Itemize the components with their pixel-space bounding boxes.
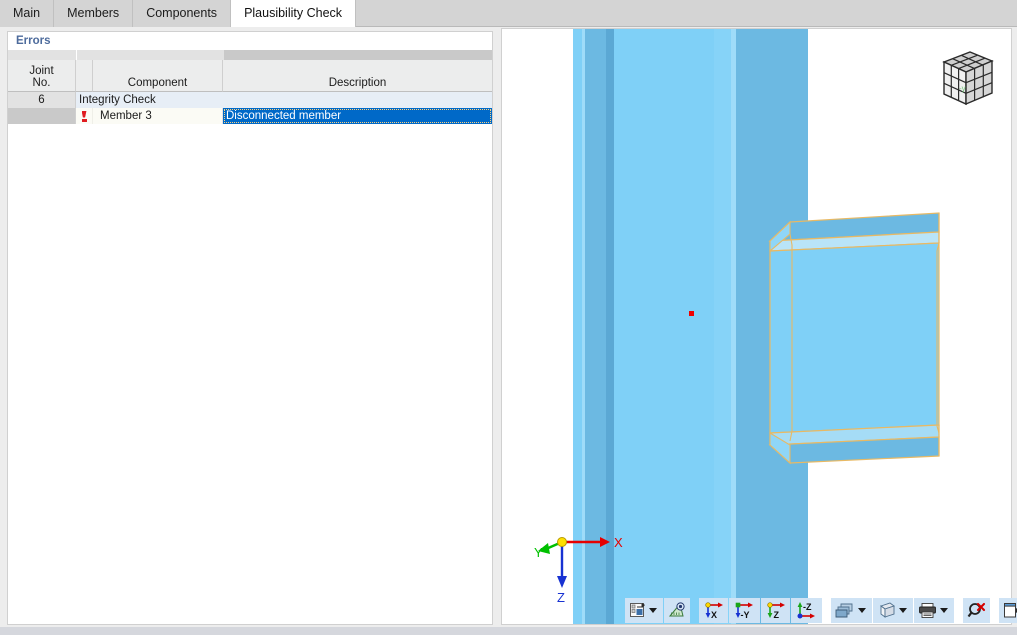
viewport-toolbar: X -Y Z -Z xyxy=(625,597,1017,624)
toggle-panel-button[interactable] xyxy=(999,598,1017,623)
column-header-component[interactable]: Component xyxy=(93,60,223,92)
axis-x-view-icon: X xyxy=(705,602,723,620)
application-window: Main Members Components Plausibility Che… xyxy=(0,0,1017,635)
errors-section-title: Errors xyxy=(8,32,492,50)
cell-description[interactable]: Disconnected member xyxy=(223,108,492,124)
tab-components[interactable]: Components xyxy=(133,0,232,27)
solid-shape-icon xyxy=(835,603,853,618)
node-marker xyxy=(689,311,694,316)
tab-members[interactable]: Members xyxy=(54,0,134,27)
axis-z-label: Z xyxy=(557,590,565,604)
tab-main[interactable]: Main xyxy=(0,0,55,27)
column-header-description[interactable]: Description xyxy=(223,60,492,92)
status-bar xyxy=(0,627,1017,635)
table-row-group[interactable]: 6 Integrity Check xyxy=(8,92,492,108)
cell-joint-no xyxy=(8,108,76,124)
view-z-button[interactable]: Z xyxy=(761,598,790,623)
axis-x-label: X xyxy=(614,535,623,550)
chevron-down-icon[interactable] xyxy=(899,608,907,613)
column-group-description xyxy=(224,50,492,60)
axis-x-arrow xyxy=(600,537,610,547)
table-row[interactable]: Member 3 Disconnected member xyxy=(8,108,492,124)
measure-ruler-icon xyxy=(668,602,685,617)
view-negative-z-button[interactable]: -Z xyxy=(791,598,822,623)
render-mode-button[interactable] xyxy=(831,598,872,623)
view-x-button[interactable]: X xyxy=(699,598,728,623)
svg-text:Z: Z xyxy=(774,610,780,620)
cell-group-label: Integrity Check xyxy=(76,92,492,108)
chevron-down-icon[interactable] xyxy=(649,608,657,613)
cell-joint-no: 6 xyxy=(8,92,76,108)
axis-y-label: Y xyxy=(534,545,543,560)
column-header-joint-line1: Joint xyxy=(29,65,54,77)
axis-triad: X Y Z xyxy=(534,535,623,604)
cell-description-selected-text: Disconnected member xyxy=(223,108,492,124)
column-header-joint-line2: No. xyxy=(32,77,51,89)
chevron-down-icon[interactable] xyxy=(858,608,866,613)
axis-z-view-icon: Z xyxy=(767,602,785,620)
magnifier-clear-icon xyxy=(967,602,986,618)
view-cube-face-label: -y xyxy=(959,84,966,93)
axis-z-arrow xyxy=(557,576,567,588)
render-settings-button[interactable] xyxy=(625,598,663,623)
wireframe-cube-icon xyxy=(880,602,895,618)
clear-zoom-button[interactable] xyxy=(963,598,990,623)
view-cube-icon[interactable]: -y xyxy=(926,48,996,114)
model-viewport[interactable]: -y X Y Z xyxy=(501,28,1012,625)
column-group-component xyxy=(94,50,224,60)
cell-status-icon xyxy=(76,108,93,124)
measure-button[interactable] xyxy=(664,598,690,623)
beam-web xyxy=(769,242,940,434)
render-settings-icon xyxy=(630,603,645,617)
error-exclamation-icon xyxy=(81,111,88,122)
print-button[interactable] xyxy=(914,598,954,623)
axis-negative-y-view-icon: -Y xyxy=(735,602,753,620)
column-header-status-icon[interactable] xyxy=(76,60,93,92)
errors-panel: Errors Joint No. Component Description 6… xyxy=(7,31,493,625)
printer-icon xyxy=(919,603,936,618)
column-group-icon xyxy=(77,50,94,60)
cell-component: Member 3 xyxy=(93,108,223,124)
tab-plausibility-check[interactable]: Plausibility Check xyxy=(230,0,357,27)
model-scene: -y X Y Z xyxy=(502,29,1011,624)
chevron-down-icon[interactable] xyxy=(940,608,948,613)
view-negative-y-button[interactable]: -Y xyxy=(729,598,760,623)
panel-toggle-icon xyxy=(1004,603,1017,618)
column-group-strip xyxy=(8,50,492,60)
column-group-joint xyxy=(8,50,76,60)
svg-text:-Y: -Y xyxy=(741,610,750,620)
column-header-joint-no[interactable]: Joint No. xyxy=(8,60,76,92)
tab-bar: Main Members Components Plausibility Che… xyxy=(0,0,1017,27)
svg-text:-Z: -Z xyxy=(803,602,812,612)
svg-text:X: X xyxy=(711,610,717,620)
axis-origin-marker xyxy=(557,537,567,547)
table-header-row: Joint No. Component Description xyxy=(8,60,492,92)
axis-negative-z-view-icon: -Z xyxy=(797,602,815,619)
view-box-button[interactable] xyxy=(873,598,913,623)
